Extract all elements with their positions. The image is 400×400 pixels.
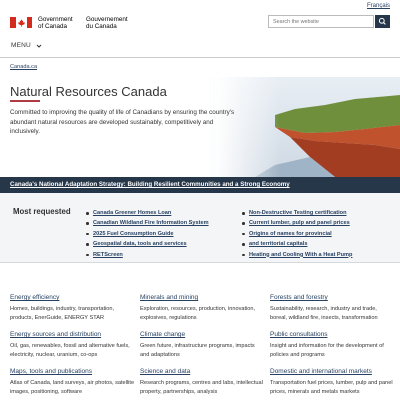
search-input[interactable] — [268, 15, 374, 28]
topic-tile: Climate change Green future, infrastruct… — [140, 323, 265, 359]
most-requested-link[interactable]: and territorial capitals — [249, 241, 307, 247]
topic-description: Sustainability, research, industry and t… — [270, 306, 378, 321]
breadcrumb-home-link[interactable]: Canada.ca — [10, 64, 37, 70]
most-requested-list-2: Non-Destructive Testing certification Cu… — [241, 208, 352, 260]
list-item: Canada Greener Homes Loan — [85, 208, 209, 218]
most-requested-link[interactable]: Origins of names for provincial — [249, 231, 332, 237]
topic-description: Exploration, resources, production, inno… — [140, 306, 256, 321]
search-button[interactable] — [375, 15, 390, 28]
most-requested-link[interactable]: Canada Greener Homes Loan — [93, 210, 171, 216]
topic-tile: Forests and forestry Sustainability, res… — [270, 286, 395, 322]
gov-wordmark-en[interactable]: Government of Canada — [38, 16, 73, 30]
topic-tile: Maps, tools and publications Atlas of Ca… — [10, 360, 135, 396]
topic-tile: Public consultations Insight and informa… — [270, 323, 395, 359]
most-requested-link[interactable]: Current lumber, pulp and panel prices — [249, 220, 350, 226]
topic-link[interactable]: Energy efficiency — [10, 294, 59, 301]
most-requested-heading: Most requested — [13, 207, 71, 216]
gov-wordmark-fr[interactable]: Gouvernement du Canada — [86, 16, 128, 30]
hero-description: Committed to improving the quality of li… — [10, 109, 235, 136]
most-requested-link[interactable]: Heating and Cooling With a Heat Pump — [249, 252, 352, 258]
topic-tile: Science and data Research programs, cent… — [140, 360, 265, 396]
adaptation-strategy-link[interactable]: Canada's National Adaptation Strategy: B… — [10, 181, 290, 188]
topic-description: Insight and information for the developm… — [270, 343, 384, 358]
list-item: Non-Destructive Testing certification — [241, 208, 352, 218]
most-requested-list-1: Canada Greener Homes Loan Canadian Wildl… — [85, 208, 209, 260]
topic-description: Oil, gas, renewables, fossil and alterna… — [10, 343, 130, 358]
topic-tile: Domestic and international markets Trans… — [270, 360, 395, 396]
most-requested-link[interactable]: Canadian Wildland Fire Information Syste… — [93, 220, 209, 226]
menu-button[interactable]: MENU — [11, 42, 31, 49]
canada-flag-icon — [10, 17, 32, 28]
most-requested-link[interactable]: RETScreen — [93, 252, 123, 258]
topic-tile: Energy efficiency Homes, buildings, indu… — [10, 286, 135, 322]
topic-description: Homes, buildings, industry, transportati… — [10, 306, 115, 321]
topic-link[interactable]: Minerals and mining — [140, 294, 198, 301]
list-item: Geospatial data, tools and services — [85, 239, 209, 249]
language-toggle-link[interactable]: Français — [367, 3, 390, 9]
menu-bar: MENU — [0, 36, 400, 58]
topic-link[interactable]: Maps, tools and publications — [10, 368, 92, 375]
list-item: Canadian Wildland Fire Information Syste… — [85, 218, 209, 228]
topic-description: Transportation fuel prices, lumber, pulp… — [270, 380, 393, 395]
topic-link[interactable]: Public consultations — [270, 331, 327, 338]
list-item: RETScreen — [85, 250, 209, 260]
topic-link[interactable]: Climate change — [140, 331, 185, 338]
list-item: Heating and Cooling With a Heat Pump — [241, 250, 352, 260]
hero-section: Natural Resources Canada Committed to im… — [0, 77, 400, 177]
list-item: 2025 Fuel Consumption Guide — [85, 229, 209, 239]
list-item-continuation: and territorial capitals — [241, 239, 352, 249]
page-title: Natural Resources Canada — [10, 84, 167, 99]
topic-description: Green future, infrastructure programs, i… — [140, 343, 255, 358]
most-requested-link[interactable]: 2025 Fuel Consumption Guide — [93, 231, 174, 237]
topic-tile: Energy sources and distribution Oil, gas… — [10, 323, 135, 359]
topic-link[interactable]: Science and data — [140, 368, 190, 375]
most-requested-link[interactable]: Geospatial data, tools and services — [93, 241, 187, 247]
title-underline — [10, 100, 40, 102]
topic-link[interactable]: Forests and forestry — [270, 294, 328, 301]
topic-tile: Minerals and mining Exploration, resourc… — [140, 286, 265, 322]
topic-description: Research programs, centres and labs, int… — [140, 380, 263, 395]
list-item: Current lumber, pulp and panel prices — [241, 218, 352, 228]
search-icon — [378, 17, 386, 25]
top-bar: Français Government of Canada Gouverneme… — [0, 0, 400, 36]
chevron-down-icon[interactable] — [36, 43, 42, 49]
list-item: Origins of names for provincial — [241, 229, 352, 239]
coastline-cliffs-image — [215, 77, 400, 177]
most-requested-section: Most requested Canada Greener Homes Loan… — [0, 193, 400, 263]
feature-banner: Canada's National Adaptation Strategy: B… — [0, 177, 400, 193]
topic-link[interactable]: Domestic and international markets — [270, 368, 372, 375]
topic-description: Atlas of Canada, land surveys, air photo… — [10, 380, 135, 395]
most-requested-link[interactable]: Non-Destructive Testing certification — [249, 210, 347, 216]
topic-link[interactable]: Energy sources and distribution — [10, 331, 101, 338]
